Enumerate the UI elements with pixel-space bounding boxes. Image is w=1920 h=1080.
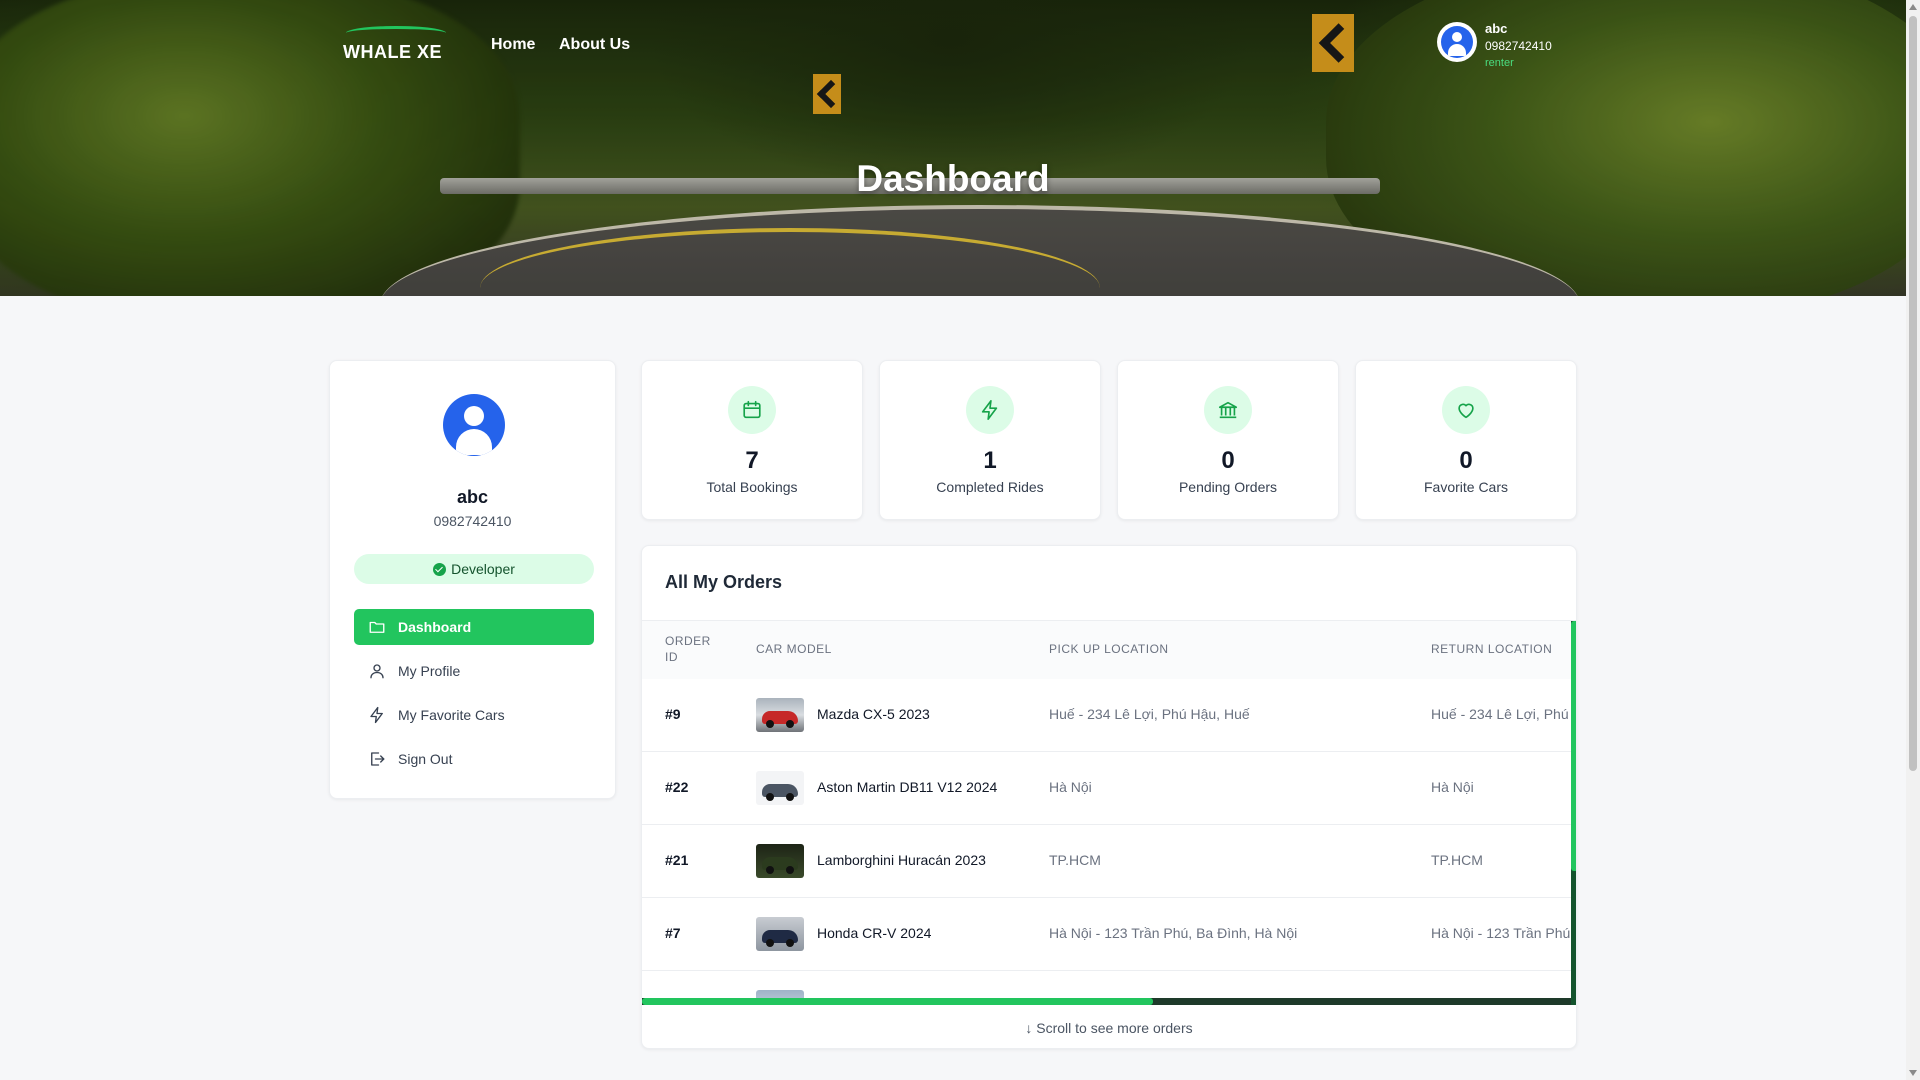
table-row[interactable]: #7 Honda CR-V 2024 Hà Nội - 123 Trần Phú… <box>642 898 1571 971</box>
pickup-location: Huế - 234 Lê Lợi, Phú Hậu, Huế <box>1049 706 1250 722</box>
return-location: TP.HCM <box>1431 852 1483 868</box>
menu-item-my-profile[interactable]: My Profile <box>354 653 594 689</box>
stat-card-completed-rides: 1 Completed Rides <box>879 360 1101 520</box>
stat-value: 1 <box>983 447 997 474</box>
stat-value: 7 <box>745 447 759 474</box>
scroll-hint-label: Scroll to see more orders <box>1036 1020 1193 1036</box>
car-model: Lamborghini Huracán 2023 <box>817 852 986 868</box>
stat-label: Pending Orders <box>1178 479 1278 495</box>
logo[interactable]: WHALE XE <box>340 26 450 66</box>
bolt-icon <box>981 400 998 420</box>
order-id: #21 <box>665 852 689 868</box>
car-thumbnail <box>756 844 804 878</box>
table-row[interactable]: #22 Aston Martin DB11 V12 2024 Hà Nội Hà… <box>642 752 1571 825</box>
scroll-up-arrow-icon[interactable] <box>1909 4 1917 10</box>
hero-banner: WHALE XE Home About Us abc 0982742410 re… <box>0 0 1906 296</box>
page-title: Dashboard <box>856 158 1050 199</box>
menu-item-my-favorite-cars[interactable]: My Favorite Cars <box>354 697 594 733</box>
orders-table[interactable]: ORDER ID CAR MODEL PICK UP LOCATION RETU… <box>642 621 1571 1005</box>
column-header-return: RETURN LOCATION <box>1431 642 1553 656</box>
menu-item-label: My Favorite Cars <box>398 707 505 723</box>
stat-label: Favorite Cars <box>1423 479 1509 495</box>
user-phone: 0982742410 <box>1485 38 1552 53</box>
page-scrollbar-thumb[interactable] <box>1909 16 1917 771</box>
stat-label: Total Bookings <box>706 479 798 495</box>
orders-panel: All My Orders ORDER ID CAR MODEL PICK UP… <box>641 545 1577 1049</box>
car-thumbnail <box>756 771 804 805</box>
pickup-location: Hà Nội <box>1049 779 1092 795</box>
table-vertical-scrollbar[interactable] <box>1571 621 1576 1005</box>
user-role: renter <box>1485 56 1514 69</box>
return-location: Hà Nội <box>1431 779 1474 795</box>
car-thumbnail <box>756 698 804 732</box>
column-header-order-id: ORDER ID <box>665 634 711 665</box>
logo-text: WHALE XE <box>343 42 443 62</box>
profile-card: abc 0982742410 Developer Dashboard My Pr… <box>329 360 616 799</box>
return-location: Huế - 234 Lê Lợi, Phú <box>1431 706 1569 722</box>
menu-item-label: Dashboard <box>398 619 472 635</box>
return-location: Hà Nội - 123 Trần Phú <box>1431 925 1571 941</box>
table-row[interactable]: #21 Lamborghini Huracán 2023 TP.HCM TP.H… <box>642 825 1571 898</box>
stat-card-favorite-cars: 0 Favorite Cars <box>1355 360 1577 520</box>
order-id: #22 <box>665 779 689 795</box>
user-avatar-icon <box>443 394 505 456</box>
bank-icon <box>1218 401 1238 419</box>
top-nav: WHALE XE Home About Us <box>340 26 630 66</box>
menu-item-sign-out[interactable]: Sign Out <box>354 741 594 777</box>
scroll-down-arrow-icon[interactable] <box>1909 1070 1917 1076</box>
profile-name: abc <box>456 487 489 507</box>
user-menu[interactable]: abc 0982742410 renter <box>1437 21 1552 69</box>
arrow-down-icon: ↓ <box>1025 1020 1033 1036</box>
role-badge-label: Developer <box>451 561 515 577</box>
car-thumbnail <box>756 917 804 951</box>
orders-title: All My Orders <box>665 572 783 592</box>
profile-phone: 0982742410 <box>433 513 512 529</box>
user-icon <box>370 664 384 679</box>
scroll-hint: ↓ Scroll to see more orders <box>642 1020 1576 1036</box>
menu-item-dashboard[interactable]: Dashboard <box>354 609 594 645</box>
stat-card-pending-orders: 0 Pending Orders <box>1117 360 1339 520</box>
stat-value: 0 <box>1221 447 1235 474</box>
bolt-icon <box>370 706 383 724</box>
profile-menu: Dashboard My Profile My Favorite Cars Si… <box>354 609 594 785</box>
menu-item-label: Sign Out <box>398 751 453 767</box>
sign-out-icon <box>371 752 385 766</box>
stat-card-total-bookings: 7 Total Bookings <box>641 360 863 520</box>
role-badge: Developer <box>354 554 594 584</box>
car-model: Mazda CX-5 2023 <box>817 706 930 722</box>
order-id: #7 <box>665 925 681 941</box>
user-avatar-icon <box>1441 26 1473 58</box>
avatar[interactable] <box>1437 22 1477 62</box>
folder-icon <box>369 621 385 633</box>
pickup-location: TP.HCM <box>1049 852 1101 868</box>
order-id: #9 <box>665 706 681 722</box>
nav-link-about-us[interactable]: About Us <box>559 36 630 54</box>
table-row[interactable]: #9 Mazda CX-5 2023 Huế - 234 Lê Lợi, Phú… <box>642 679 1571 752</box>
table-header: ORDER ID CAR MODEL PICK UP LOCATION RETU… <box>642 621 1571 679</box>
check-circle-icon <box>433 562 447 576</box>
calendar-icon <box>743 400 761 419</box>
table-horizontal-scrollbar[interactable] <box>642 998 1571 1005</box>
nav-link-home[interactable]: Home <box>491 36 535 54</box>
column-header-car-model: CAR MODEL <box>756 642 832 656</box>
logo-swoosh-icon <box>346 26 446 40</box>
page-scrollbar[interactable] <box>1906 0 1920 1080</box>
stat-value: 0 <box>1459 447 1473 474</box>
column-header-pickup: PICK UP LOCATION <box>1049 642 1169 656</box>
menu-item-label: My Profile <box>398 663 461 679</box>
stat-label: Completed Rides <box>936 479 1044 495</box>
heart-icon <box>1458 403 1474 419</box>
car-model: Aston Martin DB11 V12 2024 <box>817 779 998 795</box>
user-name: abc <box>1485 21 1508 36</box>
pickup-location: Hà Nội - 123 Trần Phú, Ba Đình, Hà Nội <box>1049 925 1298 941</box>
car-model: Honda CR-V 2024 <box>817 925 932 941</box>
